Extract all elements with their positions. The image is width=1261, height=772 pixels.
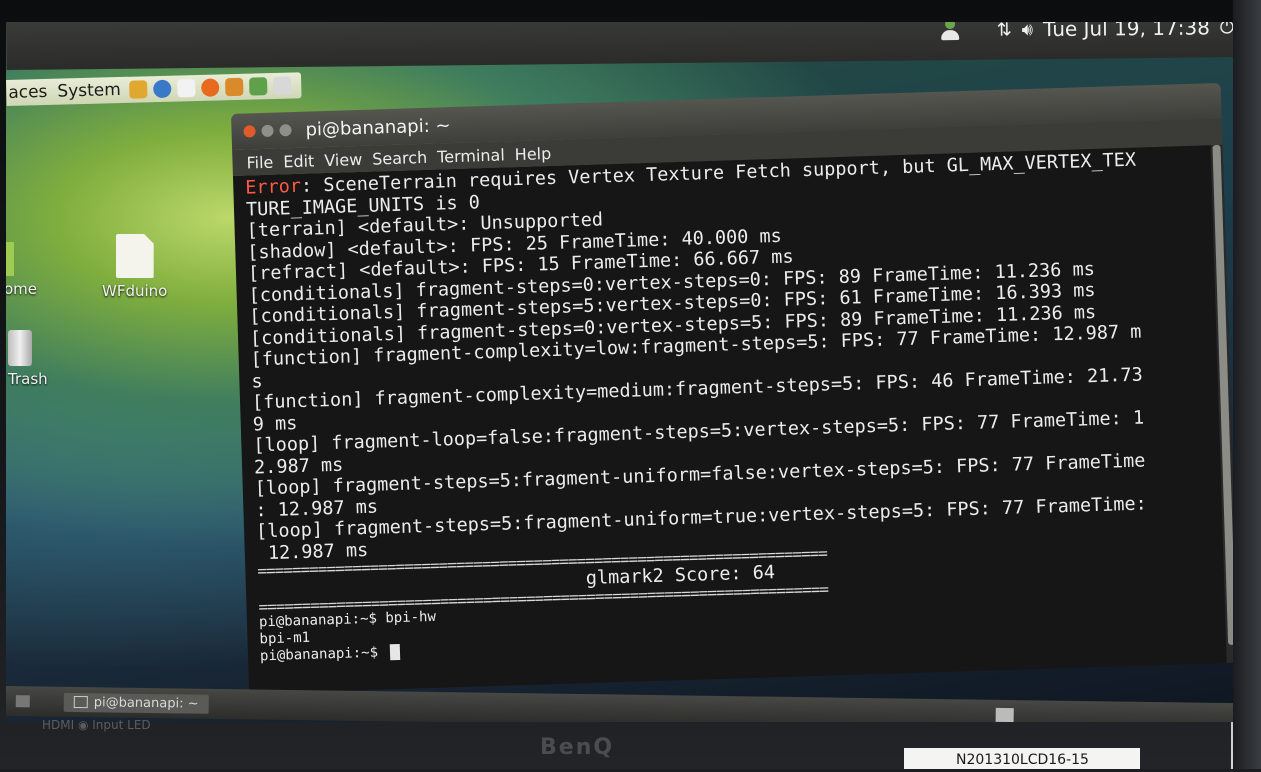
- terminal-icon: [73, 695, 88, 709]
- document-icon[interactable]: [176, 79, 196, 98]
- trash-applet-icon[interactable]: [995, 707, 1014, 722]
- clock[interactable]: Tue Jul 19, 17:38: [1043, 22, 1210, 41]
- desktop-screen: ⇅ 🔊︎ Tue Jul 19, 17:38 ⏻ aces System ome…: [6, 22, 1244, 722]
- launcher-icon[interactable]: [128, 80, 148, 99]
- desktop-icon-home[interactable]: ome: [6, 242, 37, 298]
- top-panel: ⇅ 🔊︎ Tue Jul 19, 17:38 ⏻: [6, 22, 1244, 70]
- bezel-edge: [1233, 0, 1261, 769]
- minimize-icon[interactable]: [261, 124, 274, 138]
- menu-file[interactable]: File: [246, 152, 273, 172]
- desktop-icon-label: Trash: [8, 370, 48, 388]
- terminal-window[interactable]: pi@bananapi: ~ File Edit View Search Ter…: [231, 82, 1239, 694]
- taskbar-item-label: pi@bananapi: ~: [93, 694, 199, 712]
- volume-icon[interactable]: 🔊︎: [1022, 22, 1034, 40]
- window-title: pi@bananapi: ~: [305, 114, 451, 141]
- menu-edit[interactable]: Edit: [283, 151, 315, 171]
- firefox-icon[interactable]: [200, 78, 220, 97]
- show-desktop-icon[interactable]: [15, 695, 30, 708]
- monitor-sticker: N201310LCD16-15: [904, 748, 1140, 769]
- network-icon[interactable]: ⇅: [997, 22, 1012, 40]
- trash-icon: [8, 330, 32, 366]
- close-icon[interactable]: [243, 125, 256, 138]
- browser-icon[interactable]: [152, 79, 172, 99]
- taskbar-item-terminal[interactable]: pi@bananapi: ~: [63, 692, 209, 714]
- menu-terminal[interactable]: Terminal: [437, 145, 505, 166]
- menu-help[interactable]: Help: [514, 143, 551, 163]
- prompt-text: pi@bananapi:~$: [259, 643, 387, 664]
- bottom-panel: pi@bananapi: ~: [6, 686, 1244, 722]
- desktop-icon-label: WFduino: [102, 282, 168, 300]
- bezel-port-labels: HDMI ◉ Input LED: [42, 718, 151, 732]
- desktop-icon-trash[interactable]: Trash: [8, 330, 48, 388]
- error-label: Error: [245, 175, 302, 199]
- menu-places[interactable]: aces: [6, 82, 50, 103]
- monitor-logo: BenQ: [540, 735, 615, 760]
- file-manager-icon[interactable]: [248, 77, 267, 96]
- menu-view[interactable]: View: [324, 149, 363, 169]
- help-icon[interactable]: [272, 76, 291, 96]
- menu-system[interactable]: System: [55, 80, 123, 102]
- mail-icon[interactable]: [224, 77, 243, 97]
- system-tray: ⇅ 🔊︎ Tue Jul 19, 17:38 ⏻: [939, 22, 1235, 42]
- terminal-output[interactable]: Error: SceneTerrain requires Vertex Text…: [232, 144, 1239, 694]
- panel-menus: aces System: [6, 72, 302, 106]
- desktop-icon-wfduino[interactable]: WFduino: [102, 234, 167, 300]
- desktop-icon-label: ome: [6, 280, 38, 298]
- home-folder-icon: [6, 242, 14, 276]
- maximize-icon[interactable]: [279, 124, 292, 137]
- text-cursor: [390, 643, 401, 660]
- document-icon: [115, 234, 154, 278]
- menu-search[interactable]: Search: [372, 147, 428, 168]
- user-icon[interactable]: [939, 22, 961, 42]
